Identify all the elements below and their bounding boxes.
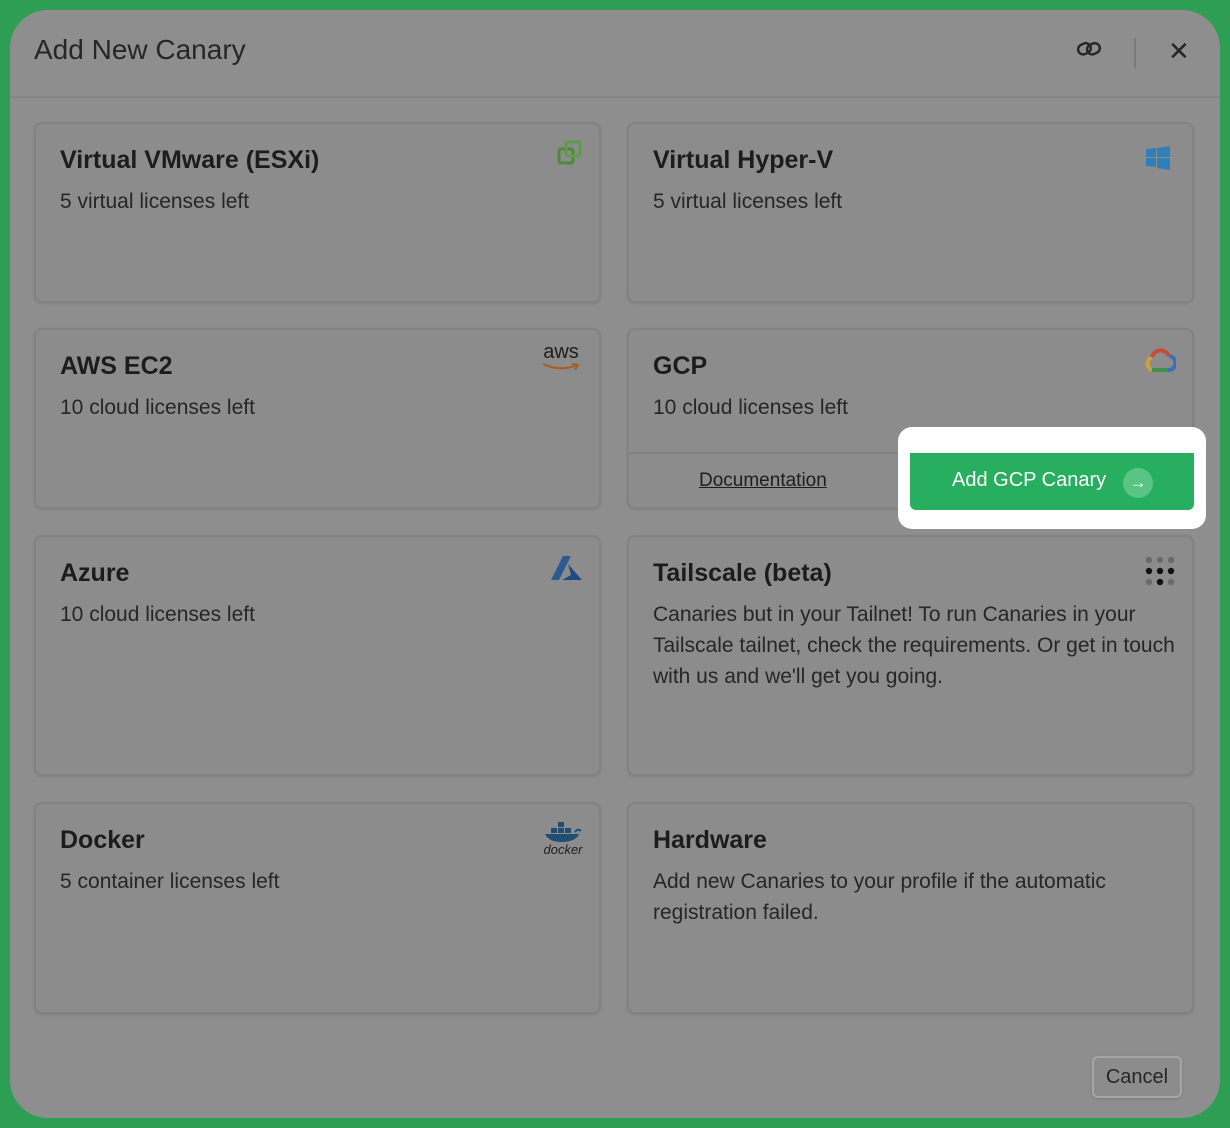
card-aws[interactable]: AWS EC2 10 cloud licenses left aws [34,328,601,509]
card-subtitle: 5 virtual licenses left [653,190,843,213]
card-title: Docker [60,826,145,854]
card-title: Tailscale (beta) [653,559,832,587]
card-title: GCP [653,352,708,380]
card-hyperv[interactable]: Virtual Hyper-V 5 virtual licenses left [627,122,1194,303]
docker-icon-text: docker [543,842,583,857]
card-subtitle: Canaries but in your Tailnet! To run Can… [653,603,1175,688]
add-canary-dialog: Add New Canary ✕ Virtual VMware (ESXi) 5… [10,10,1220,1118]
card-title: Azure [60,559,130,587]
aws-icon-text: aws [543,341,579,363]
card-title: AWS EC2 [60,352,173,380]
card-title: Virtual Hyper-V [653,146,834,174]
tailscale-icon [1144,555,1176,592]
card-subtitle: 10 cloud licenses left [60,603,255,626]
card-subtitle: 10 cloud licenses left [653,396,848,419]
card-subtitle: 5 virtual licenses left [60,190,250,213]
windows-icon [1146,146,1170,175]
card-hardware[interactable]: Hardware Add new Canaries to your profil… [627,802,1194,1014]
aws-icon: aws [541,342,581,372]
link-icon[interactable] [1076,38,1102,67]
card-title: Virtual VMware (ESXi) [60,146,320,174]
card-subtitle: 10 cloud licenses left [60,396,255,419]
card-azure[interactable]: Azure 10 cloud licenses left [34,535,601,776]
card-subtitle: 5 container licenses left [60,870,280,893]
card-subtitle: Add new Canaries to your profile if the … [653,870,1106,924]
cancel-button[interactable]: Cancel [1092,1056,1182,1098]
window-frame: Add New Canary ✕ Virtual VMware (ESXi) 5… [0,0,1230,1128]
close-icon[interactable]: ✕ [1168,36,1190,67]
dialog-header: Add New Canary ✕ [10,10,1220,98]
vmware-icon [557,140,583,171]
azure-icon [551,555,583,586]
arrow-right-icon: → [1123,468,1153,498]
card-title: Hardware [653,826,767,854]
card-docker[interactable]: Docker 5 container licenses left docker [34,802,601,1014]
dialog-title: Add New Canary [34,34,246,65]
card-tailscale[interactable]: Tailscale (beta) Canaries but in your Ta… [627,535,1194,776]
add-gcp-canary-label: Add GCP Canary [952,469,1107,491]
google-cloud-icon [1144,348,1178,379]
add-gcp-canary-button[interactable]: Add GCP Canary → [910,453,1194,510]
documentation-link[interactable]: Documentation [699,470,827,492]
card-vmware[interactable]: Virtual VMware (ESXi) 5 virtual licenses… [34,122,601,303]
docker-icon: docker [543,820,583,856]
header-divider [1134,38,1136,68]
